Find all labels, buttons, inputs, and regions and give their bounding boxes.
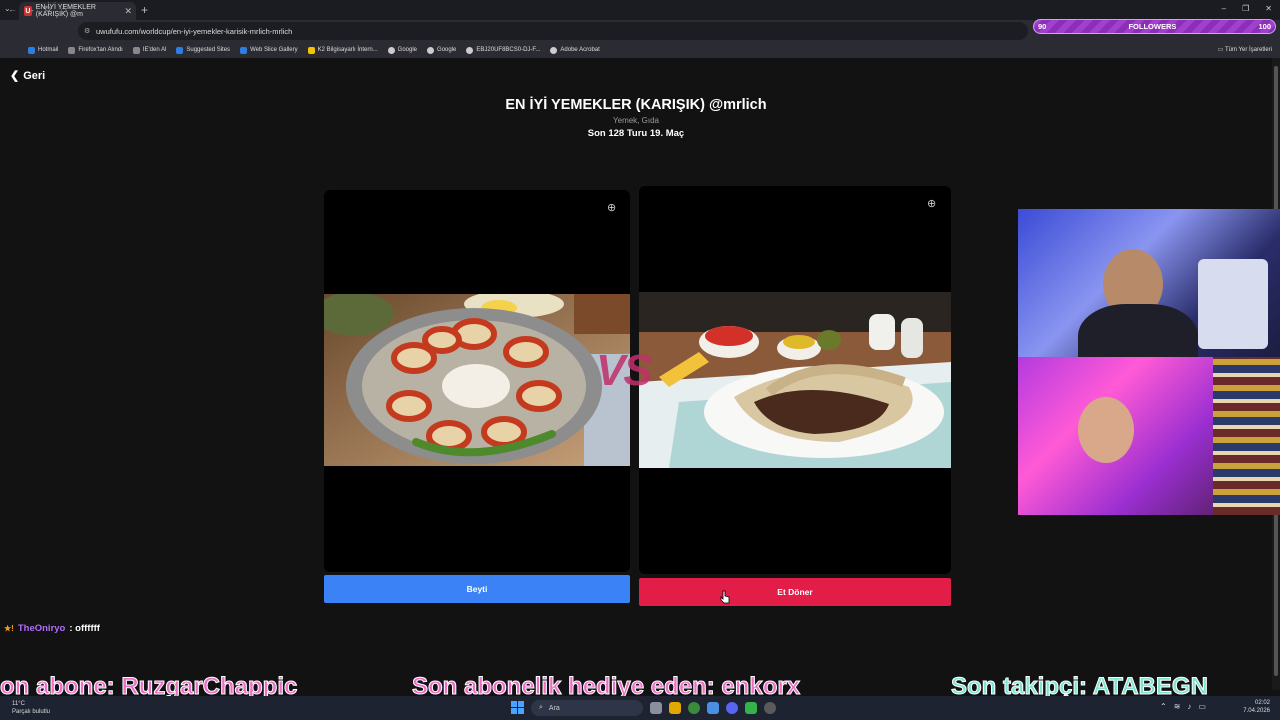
window-close-icon[interactable]: ✕ [1265,4,1272,13]
google-icon [427,46,435,54]
globe-icon [466,46,474,54]
k2-icon [307,46,315,54]
mouse-cursor-icon [720,590,730,604]
volume-icon[interactable]: ♪ [1187,702,1191,711]
google-icon [387,46,395,54]
folder-icon [68,46,76,54]
date: 7.04.2026 [1243,708,1270,714]
ie-icon [240,46,248,54]
chat-username: TheOniryo [17,623,66,634]
folder-icon: ▭ [1217,47,1225,53]
folder-icon [132,46,140,54]
battery-icon[interactable]: ▭ [1198,702,1206,711]
page-title: EN İYİ YEMEKLER (KARIŞIK) @mrlich [505,97,767,113]
back-label: Geri [23,69,46,82]
tab-close-icon[interactable]: ✕ [124,6,132,17]
minimize-icon[interactable]: – [1222,4,1226,13]
vs-label: VS [596,346,653,395]
followers-goal-widget: 90 FOLLOWERS 100 [1033,19,1276,34]
url-text: uwufufu.com/worldcup/en-iyi-yemekler-kar… [96,26,293,36]
hotmail-icon [28,46,35,54]
temperature: 11°C [12,701,25,707]
bookshelf [1213,357,1280,515]
address-bar[interactable]: uwufufu.com/worldcup/en-iyi-yemekler-kar… [78,22,1028,40]
browser-tab-active[interactable]: U EN İYİ YEMEKLER (KARIŞIK) @m ✕ [19,2,136,20]
chat-text: : offffff [69,623,100,634]
bookmark-item[interactable]: K2 Bilgisayarlı İntern... [307,46,378,54]
webcam-guest [1018,357,1280,515]
guest-face [1078,397,1134,463]
browser-tab-bar [0,0,1280,20]
weather-widget[interactable]: 11°C Parçalı bulutlu [12,700,50,716]
bookmark-item[interactable]: EBJ20UF8BCS0-DJ-F... [466,46,540,54]
zoom-icon[interactable]: ⊕ [927,197,936,210]
maximize-icon[interactable]: ❐ [1242,4,1249,13]
store-icon[interactable] [707,702,719,714]
beyti-image [324,290,630,466]
site-info-icon[interactable]: ⚙ [84,27,90,35]
taskbar-clock[interactable]: 02:02 7.04.2026 [1243,699,1270,715]
choose-et-doner-button[interactable]: Et Döner [639,578,951,606]
wifi-icon[interactable]: ≋ [1174,702,1181,711]
window-controls: – ❐ ✕ [1222,4,1272,13]
taskbar-search[interactable]: ⌕ Ara [531,700,643,716]
bookmarks-bar: Hotmail Firefox'tan Alındı IE'den Al Sug… [0,42,1280,58]
time: 02:02 [1254,700,1270,706]
choice-card-left[interactable]: ⊕ [324,190,630,572]
bookmark-item[interactable]: Adobe Acrobat [550,46,600,54]
forward-arrow-icon[interactable]: → [26,4,35,14]
followers-label: FOLLOWERS [1128,22,1177,31]
ie-icon [176,46,184,54]
bookmark-item[interactable]: Suggested Sites [176,46,230,54]
bookmark-item[interactable]: IE'den Al [132,46,166,54]
windows-start-icon[interactable] [511,701,524,714]
reload-icon[interactable]: ↻ [44,4,52,15]
task-view-icon[interactable] [650,702,662,714]
chevron-up-icon[interactable]: ⌃ [1160,702,1167,711]
round-indicator: Son 128 Turu 19. Maç [587,128,685,139]
bookmark-item[interactable]: Google [387,46,417,54]
play-icon[interactable] [745,702,757,714]
webcam-streamer [1018,209,1280,384]
system-tray: ⌃ ≋ ♪ ▭ [1160,702,1206,711]
bookmark-item[interactable]: Web Slice Gallery [240,46,298,54]
followers-current: 90 [1038,22,1047,31]
file-explorer-icon[interactable] [669,702,681,714]
chat-message: ★! TheOniryo : offffff [4,623,100,634]
choose-beyti-button[interactable]: Beyti [324,575,630,603]
page-subtitle: Yemek, Gıda [613,116,659,125]
bookmark-item[interactable]: Firefox'tan Alındı [68,46,123,54]
back-button[interactable]: ❮ Geri [10,69,46,83]
bookmark-item[interactable]: Hotmail [28,46,58,54]
globe-icon [550,46,558,54]
weather-text: Parçalı bulutlu [12,709,51,715]
back-arrow-icon[interactable]: ← [8,4,17,14]
badge-icon: ★! [4,624,14,633]
zoom-icon[interactable]: ⊕ [607,201,616,214]
all-bookmarks-button[interactable]: ▭ Tüm Yer İşaretleri [1218,46,1272,53]
obs-icon[interactable] [764,702,776,714]
discord-icon[interactable] [726,702,738,714]
chrome-icon[interactable] [688,702,700,714]
new-tab-plus-icon[interactable]: + [141,3,148,17]
choice-card-right[interactable]: ⊕ [639,186,951,574]
home-icon[interactable]: ⌂ [61,4,66,14]
et-doner-image [639,292,951,468]
wall-art [1198,259,1268,349]
bookmark-item[interactable]: Google [427,46,456,54]
search-icon: ⌕ [539,704,543,711]
chevron-left-icon: ❮ [10,70,20,82]
followers-goal: 100 [1258,22,1271,31]
